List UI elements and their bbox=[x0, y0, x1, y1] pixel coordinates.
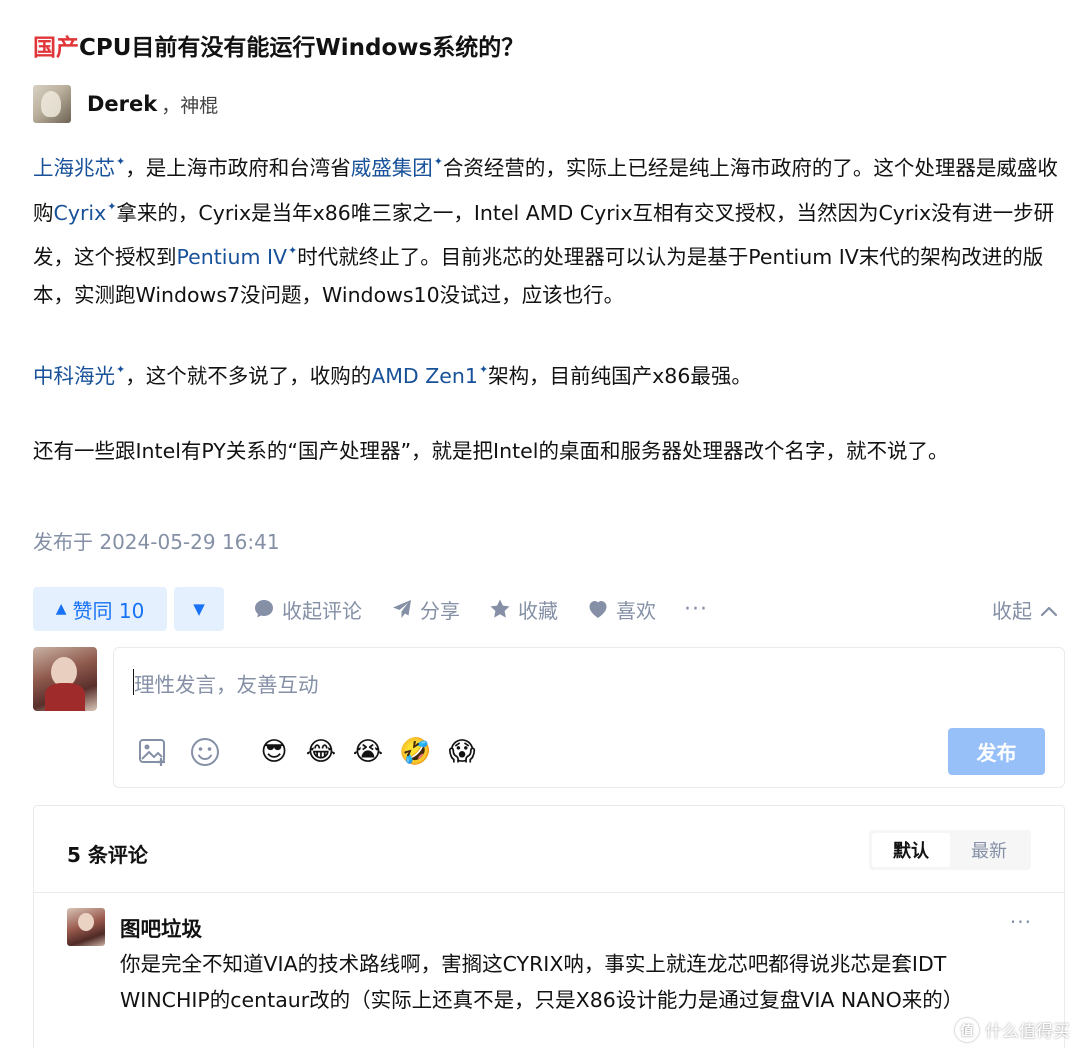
divider bbox=[34, 892, 1064, 893]
watermark-logo: 值 bbox=[955, 1017, 979, 1042]
answer-content: 上海兆芯，是上海市政府和台湾省威盛集团合资经营的，实际上已经是纯上海市政府的了。… bbox=[33, 143, 1058, 470]
share-icon bbox=[390, 597, 414, 621]
vote-up-label: 赞同 10 bbox=[72, 598, 145, 623]
answer-text: ，是上海市政府和台湾省 bbox=[125, 156, 351, 180]
answer-text: 架构，目前纯国产x86最强。 bbox=[488, 364, 752, 388]
crying-emoji[interactable]: 😭 bbox=[352, 736, 384, 768]
commenter-avatar[interactable] bbox=[67, 908, 105, 946]
commenter-name[interactable]: 图吧垃圾 bbox=[120, 912, 202, 942]
watermark-text: 什么值得买 bbox=[985, 1022, 1070, 1042]
comments-panel: 5 条评论 默认 最新 图吧垃圾 ··· 你是完全不知道VIA的技术路线啊，害搁… bbox=[33, 805, 1065, 1048]
author-info: Derek ，神棍 bbox=[33, 85, 218, 123]
question-title[interactable]: 国产CPU目前有没有能运行Windows系统的？ bbox=[33, 28, 524, 62]
smiley-icon bbox=[191, 738, 219, 766]
more-options-button[interactable]: ··· bbox=[684, 597, 708, 622]
comment-sort-toggle: 默认 最新 bbox=[869, 830, 1031, 870]
caret-up-icon: ▲ bbox=[55, 601, 67, 617]
rofl-emoji[interactable]: 🤣 bbox=[399, 736, 431, 768]
collapse-label: 收起 bbox=[992, 599, 1032, 623]
share-button[interactable]: 分享 bbox=[390, 595, 460, 624]
collapse-comments-button[interactable]: 收起评论 bbox=[252, 595, 362, 624]
scream-emoji[interactable]: 😱 bbox=[446, 736, 478, 768]
vote-up-button[interactable]: ▲ 赞同 10 bbox=[33, 587, 167, 631]
share-label: 分享 bbox=[420, 598, 460, 623]
author-avatar[interactable] bbox=[33, 85, 71, 123]
collapse-answer-button[interactable]: 收起 bbox=[992, 595, 1058, 624]
action-bar: ▲ 赞同 10 ▼ 收起评论 分享 收藏 喜欢 ··· 收起 bbox=[33, 587, 1058, 631]
answer-text: ，这个就不多说了，收购的 bbox=[125, 364, 372, 388]
keyword-link[interactable]: Cyrix bbox=[54, 201, 117, 225]
publish-time[interactable]: 发布于 2024-05-29 16:41 bbox=[33, 526, 280, 555]
favorite-button[interactable]: 收藏 bbox=[488, 595, 558, 624]
sort-latest-tab[interactable]: 最新 bbox=[950, 833, 1028, 867]
vote-down-button[interactable]: ▼ bbox=[174, 587, 224, 631]
keyword-link[interactable]: AMD Zen1 bbox=[371, 364, 488, 388]
question-title-text: CPU目前有没有能运行Windows系统的？ bbox=[79, 35, 525, 61]
question-title-highlight: 国产 bbox=[33, 35, 79, 61]
keyword-link[interactable]: Pentium IV bbox=[177, 245, 298, 269]
comment-text: 你是完全不知道VIA的技术路线啊，害搁这CYRIX呐，事实上就连龙芯吧都得说兆芯… bbox=[120, 952, 964, 1012]
comment-more-button[interactable]: ··· bbox=[1010, 910, 1032, 934]
like-button[interactable]: 喜欢 bbox=[586, 595, 656, 624]
author-name[interactable]: Derek bbox=[87, 92, 157, 116]
comments-count: 5 条评论 bbox=[67, 843, 148, 867]
answer-paragraph: 上海兆芯，是上海市政府和台湾省威盛集团合资经营的，实际上已经是纯上海市政府的了。… bbox=[33, 143, 1058, 314]
comment-input-box[interactable]: 理性发言，友善互动 😎 😂 😭 🤣 😱 发布 bbox=[113, 647, 1065, 788]
watermark: 值 什么值得买 bbox=[955, 1017, 1070, 1042]
heart-icon bbox=[586, 597, 610, 621]
collapse-comments-label: 收起评论 bbox=[282, 598, 362, 623]
sunglasses-emoji[interactable]: 😎 bbox=[258, 736, 290, 768]
answer-paragraph: 中科海光，这个就不多说了，收购的AMD Zen1架构，目前纯国产x86最强。 bbox=[33, 351, 1058, 396]
chevron-up-icon bbox=[1040, 598, 1058, 622]
favorite-label: 收藏 bbox=[518, 598, 558, 623]
like-label: 喜欢 bbox=[616, 598, 656, 623]
answer-paragraph: 还有一些跟Intel有PY关系的“国产处理器”，就是把Intel的桌面和服务器处… bbox=[33, 438, 949, 463]
quick-emoji-row: 😎 😂 😭 🤣 😱 bbox=[258, 736, 493, 768]
keyword-link[interactable]: 中科海光 bbox=[33, 364, 125, 388]
author-badge: ，神棍 bbox=[161, 94, 219, 117]
insert-image-button[interactable] bbox=[136, 735, 170, 769]
current-user-avatar[interactable] bbox=[33, 647, 97, 711]
keyword-link[interactable]: 威盛集团 bbox=[351, 156, 443, 180]
image-icon bbox=[139, 739, 165, 766]
editor-toolbar: 😎 😂 😭 🤣 😱 bbox=[136, 734, 493, 770]
comment-icon bbox=[252, 597, 276, 621]
caret-down-icon: ▼ bbox=[193, 600, 205, 618]
tears-of-joy-emoji[interactable]: 😂 bbox=[305, 736, 337, 768]
sort-default-tab[interactable]: 默认 bbox=[872, 833, 950, 867]
comment-input-placeholder[interactable]: 理性发言，友善互动 bbox=[134, 668, 319, 698]
star-icon bbox=[488, 597, 512, 621]
keyword-link[interactable]: 上海兆芯 bbox=[33, 156, 125, 180]
publish-comment-button[interactable]: 发布 bbox=[948, 728, 1045, 775]
emoji-picker-button[interactable] bbox=[188, 735, 222, 769]
